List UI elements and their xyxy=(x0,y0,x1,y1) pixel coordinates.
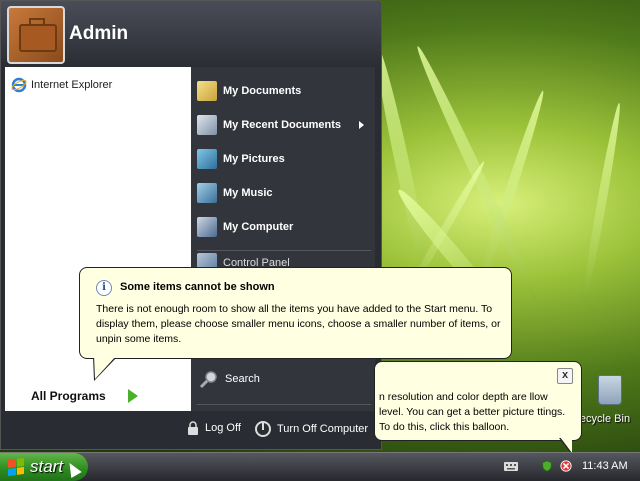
power-icon xyxy=(255,421,271,437)
divider xyxy=(197,250,371,251)
search-item[interactable]: Search xyxy=(199,369,260,389)
recycle-bin-icon xyxy=(598,375,622,405)
tray-balloon[interactable]: x n resolution and color depth are llow … xyxy=(374,361,582,441)
my-computer-icon xyxy=(197,217,217,237)
taskbar: start 11:43 AM xyxy=(0,452,640,481)
log-off-label: Log Off xyxy=(205,422,241,434)
my-recent-documents-item[interactable]: My Recent Documents xyxy=(197,115,341,135)
search-icon xyxy=(199,371,217,389)
my-computer-item[interactable]: My Computer xyxy=(197,217,293,237)
all-programs-label: All Programs xyxy=(31,389,106,403)
user-name: Admin xyxy=(69,23,129,44)
start-menu: Admin Internet Explorer All Programs My … xyxy=(0,0,382,450)
log-off-button[interactable]: Log Off xyxy=(187,421,241,435)
info-icon: i xyxy=(96,280,112,296)
recent-documents-icon xyxy=(197,115,217,135)
my-recent-documents-label: My Recent Documents xyxy=(223,119,341,131)
avatar[interactable] xyxy=(7,6,65,64)
error-icon[interactable] xyxy=(559,460,573,472)
balloon-body: There is not enough room to show all the… xyxy=(96,303,501,345)
balloon-tail xyxy=(560,437,572,453)
divider xyxy=(197,404,371,405)
start-menu-header: Admin xyxy=(1,1,381,67)
all-programs-button[interactable]: All Programs xyxy=(31,389,138,403)
lock-icon xyxy=(188,421,198,435)
turn-off-label: Turn Off Computer xyxy=(277,423,369,435)
my-computer-label: My Computer xyxy=(223,221,294,233)
my-music-label: My Music xyxy=(223,187,273,199)
notification-balloon[interactable]: i Some items cannot be shown There is no… xyxy=(79,267,512,359)
my-pictures-item[interactable]: My Pictures xyxy=(197,149,285,169)
my-music-item[interactable]: My Music xyxy=(197,183,273,203)
start-menu-footer: Log Off Turn Off Computer xyxy=(1,411,381,449)
close-icon[interactable]: x xyxy=(557,368,573,384)
search-label: Search xyxy=(225,373,260,385)
my-documents-item[interactable]: My Documents xyxy=(197,81,301,101)
start-label: start xyxy=(30,457,64,476)
my-music-icon xyxy=(197,183,217,203)
my-documents-icon xyxy=(197,81,217,101)
clock[interactable]: 11:43 AM xyxy=(582,460,628,472)
my-documents-label: My Documents xyxy=(223,85,302,97)
keyboard-icon[interactable] xyxy=(504,460,518,472)
my-pictures-icon xyxy=(197,149,217,169)
pinned-item-label: Internet Explorer xyxy=(31,79,113,91)
green-arrow-icon xyxy=(127,389,138,403)
my-pictures-label: My Pictures xyxy=(223,153,285,165)
tray-balloon-body: n resolution and color depth are llow le… xyxy=(379,391,566,433)
submenu-arrow-icon xyxy=(359,121,364,129)
balloon-tail xyxy=(94,355,117,379)
security-shield-icon[interactable] xyxy=(540,460,554,472)
places-pane: My Documents My Recent Documents My Pict… xyxy=(191,67,375,411)
internet-explorer-icon xyxy=(11,77,27,93)
windows-flag-icon xyxy=(8,457,24,477)
balloon-title: Some items cannot be shown xyxy=(120,281,275,293)
pinned-item-internet-explorer[interactable]: Internet Explorer xyxy=(11,77,112,93)
recycle-bin-desktop-icon[interactable]: ecycle Bin xyxy=(580,375,640,425)
turn-off-button[interactable]: Turn Off Computer xyxy=(255,421,368,437)
